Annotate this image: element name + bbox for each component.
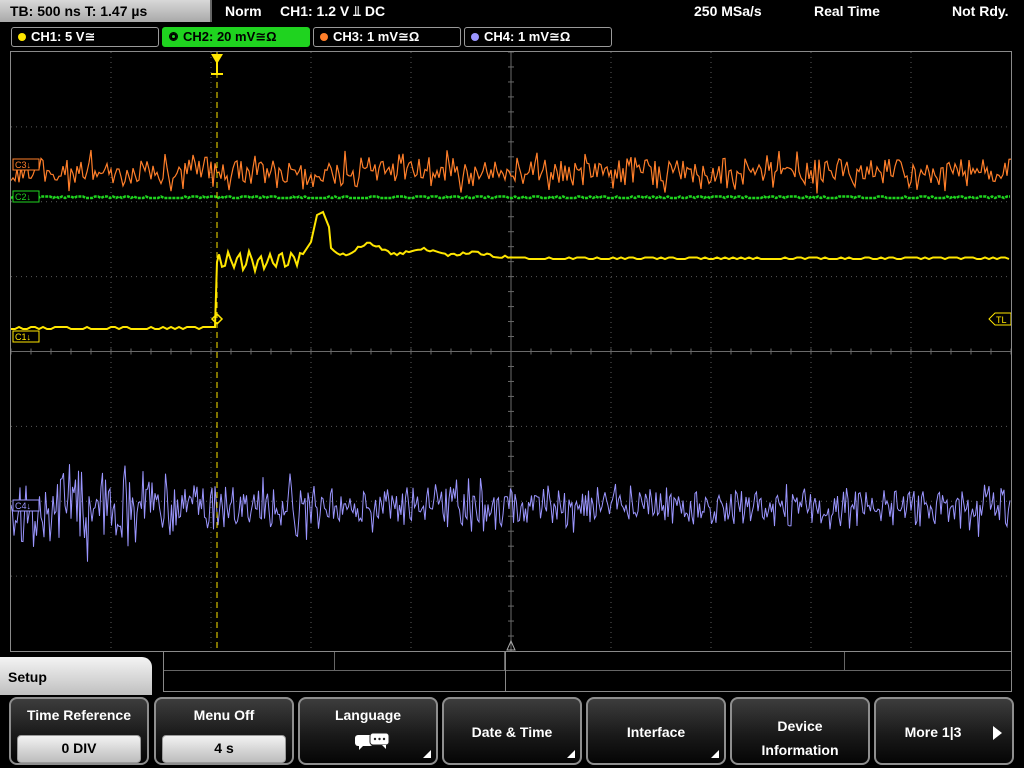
softkey-label-line2: Information xyxy=(761,742,839,758)
ch2-marker-label: C2↓ xyxy=(15,192,31,202)
channel-tab-ch3[interactable]: CH3: 1 mV≅Ω xyxy=(313,27,461,47)
ch3-offset-marker[interactable]: C3↓ xyxy=(12,158,40,171)
ch4-color-dot xyxy=(471,33,479,41)
waveform-display[interactable]: C3↓ C2↓ C1↓ C4↓ TL xyxy=(10,51,1012,652)
menu-off-value[interactable]: 4 s xyxy=(162,735,286,763)
softkey-label: Interface xyxy=(626,724,686,740)
ch4-label: CH4: 1 mV≅Ω xyxy=(484,29,571,44)
acquisition-mode[interactable]: Real Time xyxy=(814,0,880,22)
ch4-marker-label: C4↓ xyxy=(15,501,31,511)
next-arrow-icon xyxy=(993,726,1002,740)
info-cell xyxy=(504,652,674,671)
softkey-device-information[interactable]: Device Information xyxy=(730,697,870,765)
info-strip xyxy=(163,652,1012,692)
submenu-indicator-icon xyxy=(423,750,431,758)
ch1-trace xyxy=(11,210,1010,331)
trigger-level-marker[interactable]: TL xyxy=(988,312,1011,326)
channel-tab-ch1[interactable]: CH1: 5 V≅ xyxy=(11,27,159,47)
timebase-readout[interactable]: TB: 500 ns T: 1.47 µs xyxy=(0,0,212,22)
softkey-label: Time Reference xyxy=(26,707,131,723)
ch3-label: CH3: 1 mV≅Ω xyxy=(333,29,420,44)
ch1-color-dot xyxy=(18,33,26,41)
softkey-label: Date & Time xyxy=(471,724,553,740)
info-cell xyxy=(844,652,1012,671)
softkey-menu: Time Reference 0 DIV Menu Off 4 s Langua… xyxy=(0,695,1024,768)
softkey-label: Menu Off xyxy=(193,707,255,723)
info-divider xyxy=(505,652,506,692)
channel-tab-ch4[interactable]: CH4: 1 mV≅Ω xyxy=(464,27,612,47)
ch1-label: CH1: 5 V≅ xyxy=(31,29,96,44)
ch3-color-dot xyxy=(320,33,328,41)
softkey-label: More 1|3 xyxy=(904,724,962,740)
ch2-label: CH2: 20 mV≅Ω xyxy=(183,29,277,44)
channel-tab-ch2[interactable]: CH2: 20 mV≅Ω xyxy=(162,27,310,47)
speech-bubbles-icon xyxy=(355,732,390,750)
ch1-marker-label: C1↓ xyxy=(15,332,31,342)
info-cell xyxy=(674,652,845,671)
sample-rate-readout: 250 MSa/s xyxy=(694,3,762,19)
trigger-readout[interactable]: CH1: 1.2 V ⫫ DC xyxy=(280,0,385,22)
softkey-label: Language xyxy=(334,707,402,723)
time-reference-value[interactable]: 0 DIV xyxy=(17,735,141,763)
waveform-canvas[interactable]: C3↓ C2↓ C1↓ C4↓ TL xyxy=(11,52,1011,651)
status-bar: TB: 500 ns T: 1.47 µs Norm CH1: 1.2 V ⫫ … xyxy=(0,0,1024,24)
softkey-interface[interactable]: Interface xyxy=(586,697,726,765)
right-edge xyxy=(1016,695,1024,768)
softkey-language[interactable]: Language xyxy=(298,697,438,765)
submenu-indicator-icon xyxy=(567,750,575,758)
softkey-more[interactable]: More 1|3 xyxy=(874,697,1014,765)
trigger-mode[interactable]: Norm xyxy=(225,0,262,22)
softkey-time-reference[interactable]: Time Reference 0 DIV xyxy=(9,697,149,765)
info-cell xyxy=(334,652,505,671)
ch2-color-dot xyxy=(169,32,178,41)
trigger-status: Not Rdy. xyxy=(952,3,1009,19)
trigger-position-marker[interactable] xyxy=(211,54,223,75)
submenu-indicator-icon xyxy=(711,750,719,758)
menu-title: Setup xyxy=(0,657,152,697)
ch2-offset-marker[interactable]: C2↓ xyxy=(12,190,40,203)
softkey-menu-off[interactable]: Menu Off 4 s xyxy=(154,697,294,765)
graticule xyxy=(11,52,1011,651)
softkey-label: Device Information xyxy=(732,714,868,762)
trigger-level-label: TL xyxy=(996,315,1007,325)
ch1-offset-marker[interactable]: C1↓ xyxy=(12,330,40,343)
softkey-date-time[interactable]: Date & Time xyxy=(442,697,582,765)
ch4-offset-marker[interactable]: C4↓ xyxy=(12,499,40,512)
softkey-label-line1: Device xyxy=(777,718,823,734)
ch3-marker-label: C3↓ xyxy=(15,160,31,170)
info-cell xyxy=(164,652,335,671)
